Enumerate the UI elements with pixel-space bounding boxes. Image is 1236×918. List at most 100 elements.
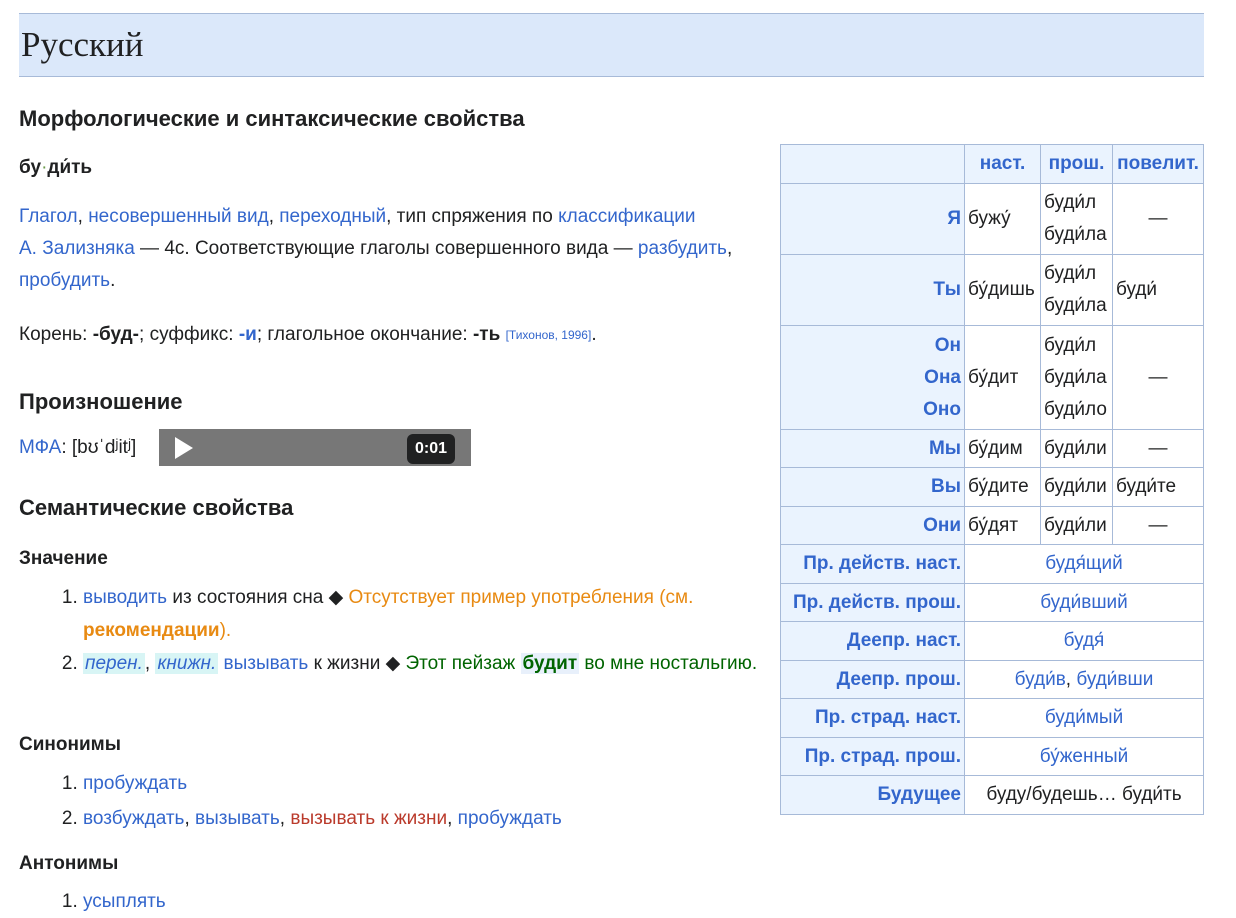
corner-cell	[780, 144, 965, 184]
row-pa-pres[interactable]: Пр. действ. наст.	[780, 544, 965, 584]
list-item: усыплять	[83, 885, 166, 918]
row-on-ona-ono: Он Она Оно	[780, 325, 965, 430]
cell: бу́дим	[964, 429, 1041, 468]
table-row: Пр. действ. наст. будя́щий	[780, 544, 1204, 584]
cell: буди́те	[1112, 467, 1204, 507]
separator: ,	[1065, 668, 1077, 690]
link-transitive[interactable]: переходный	[279, 206, 386, 227]
cell[interactable]: буди́мый	[964, 698, 1204, 738]
cell: буди́ли	[1040, 467, 1113, 507]
label-figurative[interactable]: перен.	[83, 653, 145, 674]
link-syn2b[interactable]: вызывать	[195, 808, 280, 829]
cell: —	[1112, 325, 1204, 430]
table-row: Они бу́дят буди́ли —	[780, 506, 1204, 545]
table-row: Пр. действ. прош. буди́вший	[780, 583, 1204, 622]
language-title: Русский	[21, 25, 144, 64]
example-keyword: будит	[520, 653, 580, 674]
meaning-heading-wrap: Значение	[19, 548, 774, 570]
morph-heading: Морфологические и синтаксические свойств…	[19, 106, 525, 131]
row-pp-past[interactable]: Пр. страд. прош.	[780, 737, 965, 776]
cell-text: буди́л	[1044, 334, 1097, 356]
cell-text: буди́ло	[1044, 398, 1107, 420]
list-item: выводить из состояния сна ◆ Отсутствует …	[83, 581, 773, 647]
cell: буди́ли	[1040, 506, 1113, 545]
link-vyzyvat[interactable]: вызывать	[224, 653, 309, 674]
link-ant1[interactable]: усыплять	[83, 891, 166, 912]
headword: бу·ди́ть	[19, 152, 774, 184]
row-ty[interactable]: Ты	[780, 254, 965, 326]
col-past[interactable]: прош.	[1040, 144, 1113, 184]
antonyms-heading: Антонимы	[19, 853, 119, 874]
meaning2-text: к жизни ◆	[308, 653, 406, 674]
link-syn2c[interactable]: вызывать к жизни	[290, 808, 447, 829]
headword-part2: ди́ть	[47, 157, 93, 178]
link-classification[interactable]: классификации	[558, 206, 695, 227]
row-pa-past[interactable]: Пр. действ. прош.	[780, 583, 965, 622]
synonyms-heading-wrap: Синонимы	[19, 734, 774, 756]
cell: буди́в, буди́вши	[964, 660, 1204, 699]
link-syn2d[interactable]: пробуждать	[458, 808, 562, 829]
row-ger-pres[interactable]: Деепр. наст.	[780, 621, 965, 661]
table-row: Будущее буду/будешь… буди́ть	[780, 775, 1204, 815]
cell: —	[1112, 506, 1204, 545]
row-oni[interactable]: Они	[780, 506, 965, 545]
row-my[interactable]: Мы	[780, 429, 965, 468]
link-perfective-2[interactable]: пробудить	[19, 270, 110, 291]
table-row: наст. прош. повелит.	[780, 144, 1204, 184]
suffix-value[interactable]: -и	[239, 324, 257, 345]
col-present[interactable]: наст.	[964, 144, 1041, 184]
cell: —	[1112, 429, 1204, 468]
example-text-1: Этот пейзаж	[405, 653, 521, 674]
audio-player[interactable]: 0:01	[159, 429, 471, 466]
link-aspect[interactable]: несовершенный вид	[88, 206, 269, 227]
ending-value: -ть	[472, 324, 501, 345]
row-on[interactable]: Он	[935, 335, 961, 356]
link-verb[interactable]: Глагол	[19, 206, 78, 227]
ending-label: ; глагольное окончание:	[256, 324, 473, 345]
label-bookish[interactable]: книжн.	[155, 653, 219, 674]
row-ono[interactable]: Оно	[923, 399, 961, 420]
link-syn1[interactable]: пробуждать	[83, 773, 187, 794]
cell[interactable]: будя́	[964, 621, 1204, 661]
cell: буди́л буди́ла буди́ло	[1040, 325, 1113, 430]
morphemes: Корень: -буд-; суффикс: -и; глагольное о…	[19, 319, 774, 351]
link-recommendations[interactable]: рекомендации	[83, 620, 220, 641]
cell[interactable]: бу́женный	[964, 737, 1204, 776]
list-item: возбуждать, вызывать, вызывать к жизни, …	[83, 801, 562, 836]
cell-text: буди́ла	[1044, 295, 1107, 316]
play-icon[interactable]	[175, 437, 193, 459]
table-row: Он Она Оно бу́дит буди́л буди́ла буди́ло —	[780, 325, 1204, 430]
link-zaliznyak[interactable]: А. Зализняка	[19, 238, 135, 259]
suffix-label: ; суффикс:	[139, 324, 239, 345]
col-imperative[interactable]: повелит.	[1112, 144, 1204, 184]
morph-section: Морфологические и синтаксические свойств…	[19, 106, 774, 132]
semantic-heading: Семантические свойства	[19, 495, 294, 520]
cell[interactable]: будя́щий	[964, 544, 1204, 584]
row-vy[interactable]: Вы	[780, 467, 965, 507]
cell: буди́	[1112, 254, 1204, 326]
reference-link[interactable]: [Тихонов, 1996]	[506, 328, 592, 342]
cell: буди́ли	[1040, 429, 1113, 468]
cell[interactable]: буди́вший	[964, 583, 1204, 622]
row-future[interactable]: Будущее	[780, 775, 965, 815]
table-row: Пр. страд. прош. бу́женный	[780, 737, 1204, 776]
row-ger-past[interactable]: Деепр. прош.	[780, 660, 965, 699]
ipa-link[interactable]: МФА	[19, 437, 61, 458]
list-item: перен., книжн. вызывать к жизни ◆ Этот п…	[83, 647, 773, 680]
meaning1-text: из состояния сна ◆	[167, 587, 349, 608]
morph-description: Глагол, несовершенный вид, переходный, т…	[19, 206, 733, 291]
row-ona[interactable]: Она	[924, 367, 961, 388]
link-perfective-1[interactable]: разбудить	[638, 238, 727, 259]
link-ger-past-2[interactable]: буди́вши	[1076, 669, 1153, 690]
table-row: Я бужу́ буди́л буди́ла —	[780, 183, 1204, 255]
row-pp-pres[interactable]: Пр. страд. наст.	[780, 698, 965, 738]
link-ger-past-1[interactable]: буди́в	[1015, 669, 1066, 690]
row-ya[interactable]: Я	[780, 183, 965, 255]
cell: буди́л буди́ла	[1040, 183, 1113, 255]
cell: бужу́	[964, 183, 1041, 255]
antonyms-heading-wrap: Антонимы	[19, 853, 774, 875]
root-value: -буд-	[92, 324, 140, 345]
link-vyvodit[interactable]: выводить	[83, 587, 167, 608]
link-syn2a[interactable]: возбуждать	[83, 808, 184, 829]
cell: бу́дишь	[964, 254, 1041, 326]
